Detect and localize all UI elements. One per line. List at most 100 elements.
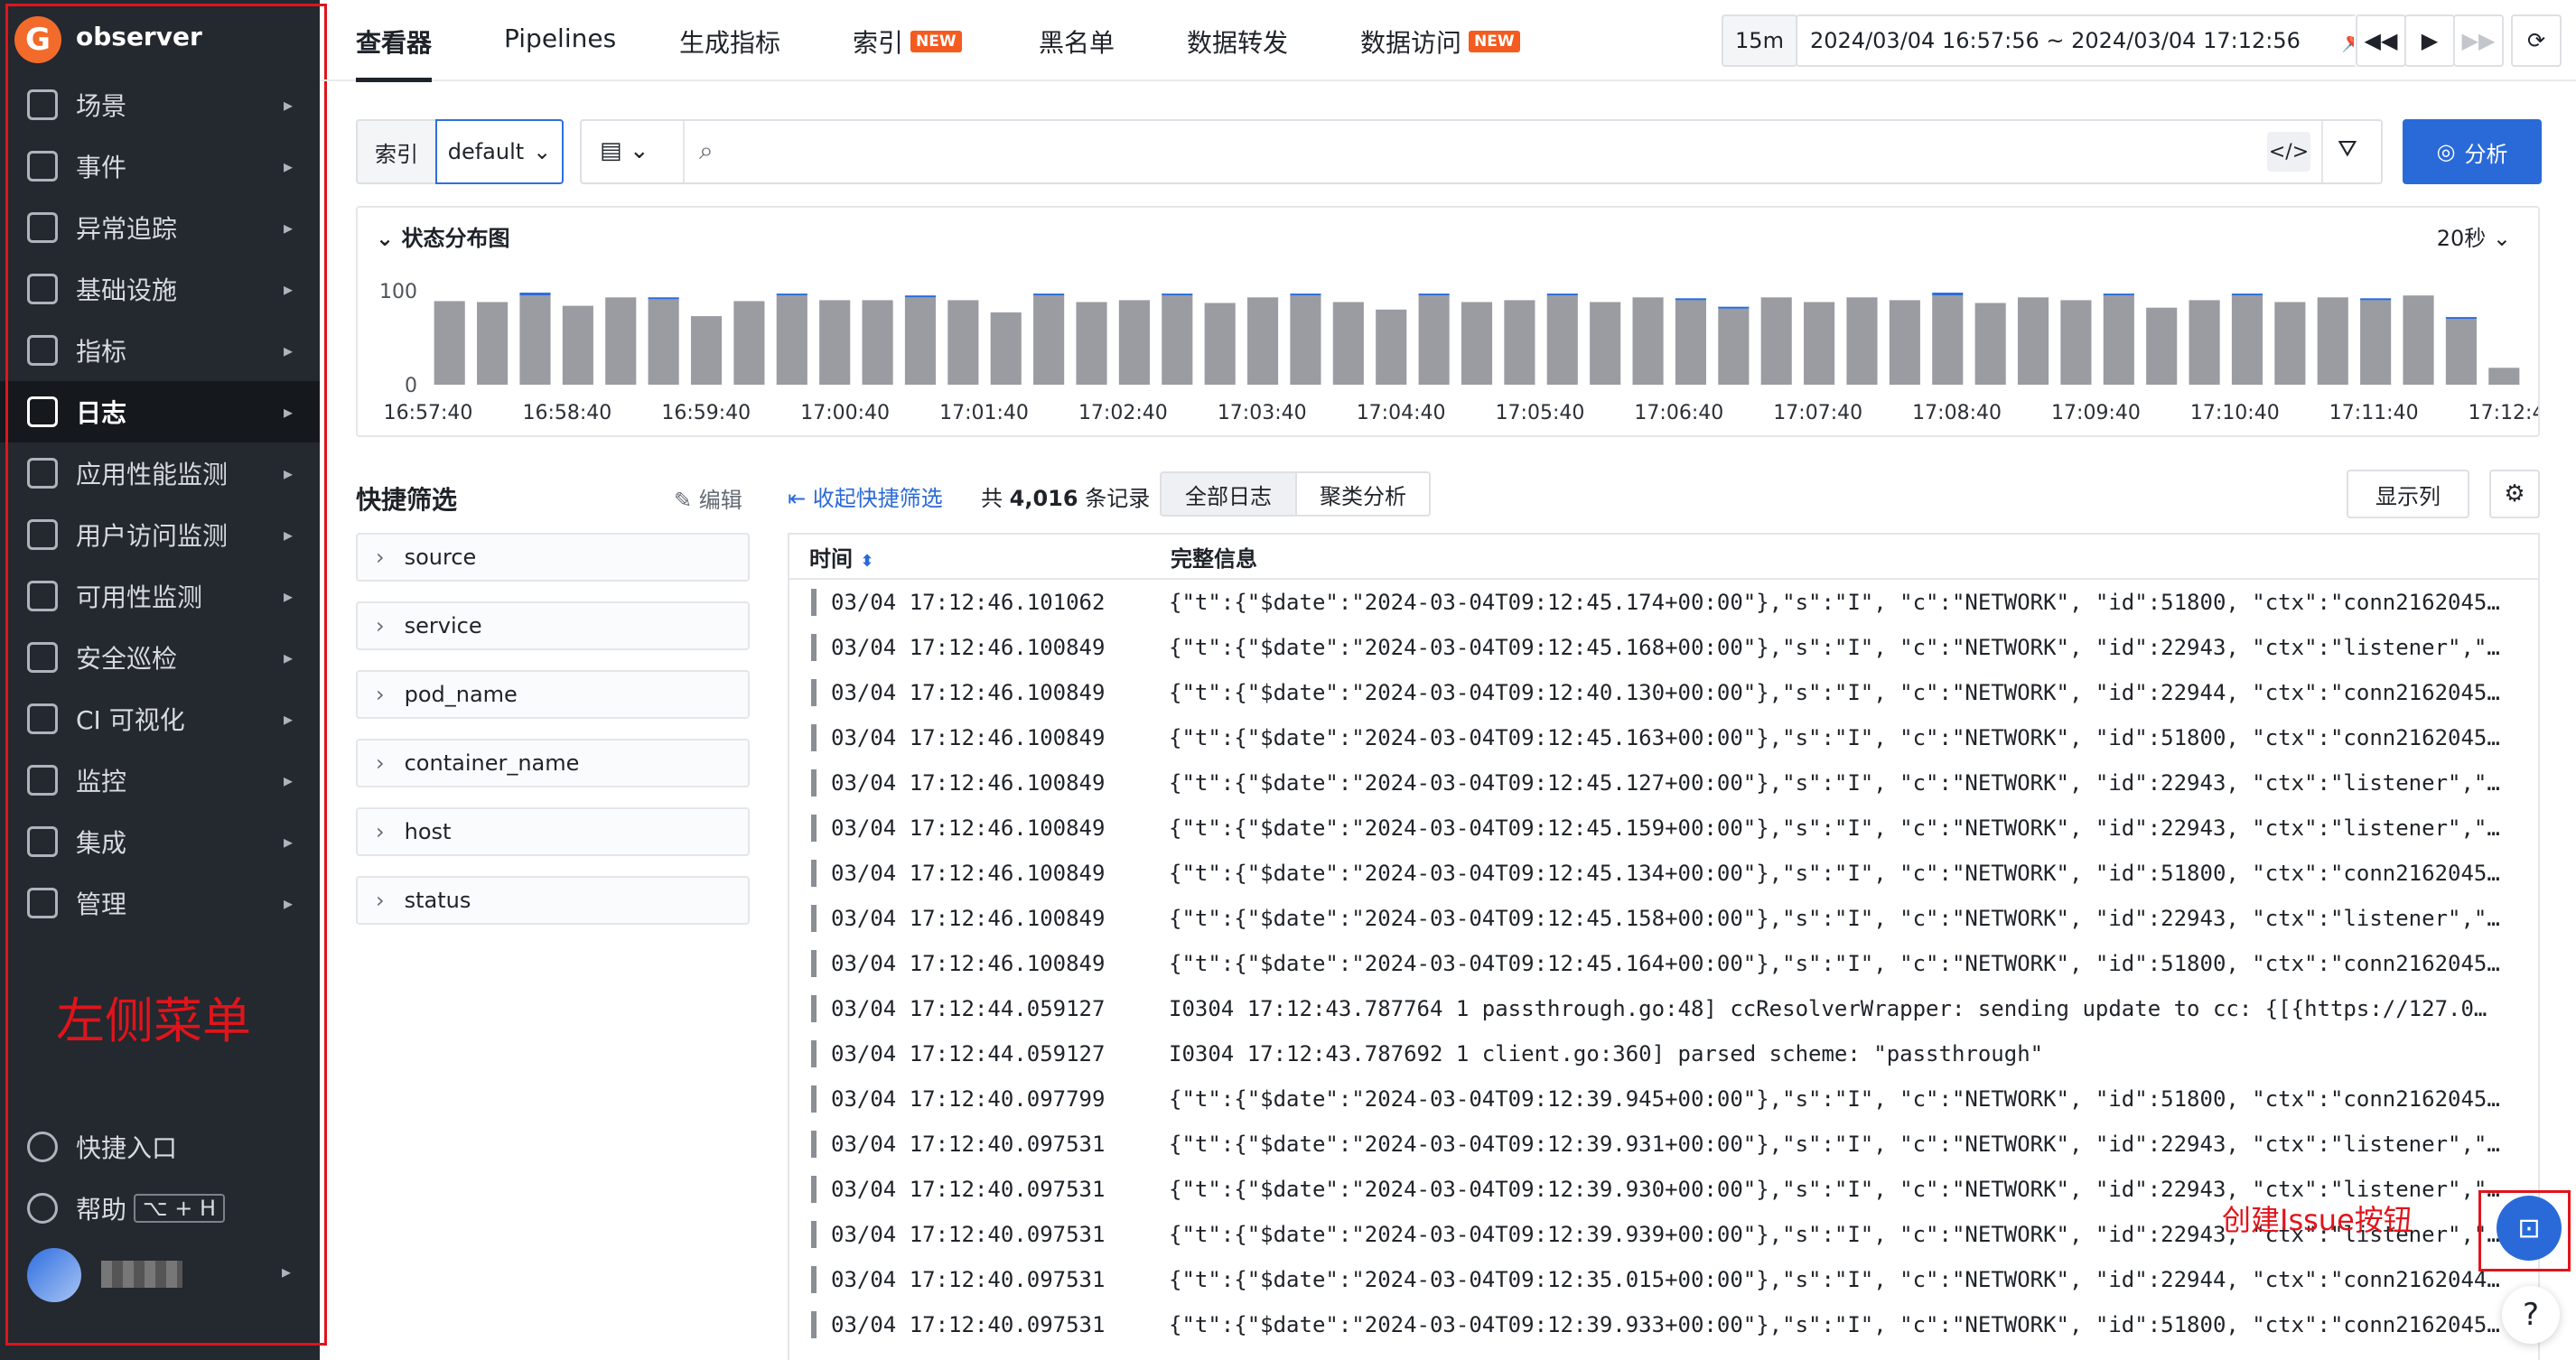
bar	[2403, 295, 2434, 385]
facet-source[interactable]: › source	[356, 533, 750, 582]
tab-index[interactable]: 索引 NEW	[853, 23, 962, 60]
bar-segment	[1546, 293, 1578, 296]
tab-viewer[interactable]: 查看器	[356, 23, 433, 82]
bar	[2317, 297, 2348, 385]
table-row[interactable]: 03/04 17:12:40.097531 {"t":{"$date":"2024…	[789, 1257, 2538, 1302]
x-tick-label: 17:03:40	[1218, 402, 1307, 424]
bar	[1804, 302, 1835, 385]
table-row[interactable]: 03/04 17:12:40.097531 {"t":{"$date":"2024…	[789, 1302, 2538, 1347]
table-header: 时间 ⬍ 完整信息	[789, 535, 2538, 580]
saved-query-icon[interactable]: ▤ ⌄	[600, 137, 649, 164]
facet-status[interactable]: › status	[356, 876, 750, 925]
status-distribution-chart: ⌄ 状态分布图 20秒 ⌄ 0 100 16:57:40 16:58:40 16:59:…	[356, 206, 2540, 437]
new-badge: NEW	[1469, 31, 1520, 52]
forward-icon[interactable]: ▶▶	[2453, 14, 2504, 67]
tab-all-logs[interactable]: 全部日志	[1160, 471, 1297, 517]
y-tick-label: 100	[379, 281, 417, 303]
table-row[interactable]: 03/04 17:12:46.100849 {"t":{"$date":"2024…	[789, 806, 2538, 851]
table-row[interactable]: 03/04 17:12:40.097799 {"t":{"$date":"2024…	[789, 1076, 2538, 1122]
bar	[1889, 300, 1920, 385]
table-row[interactable]: 03/04 17:12:46.100849 {"t":{"$date":"2024…	[789, 851, 2538, 896]
bar	[1546, 295, 1578, 385]
tab-pipelines[interactable]: Pipelines	[504, 23, 616, 53]
bar	[2146, 307, 2178, 385]
chevron-down-icon: ⌄	[533, 139, 552, 164]
bar-segment	[519, 293, 551, 296]
time-range[interactable]: 2024/03/04 16:57:56 ~ 2024/03/04 17:12:5…	[1796, 14, 2383, 67]
table-row[interactable]: 03/04 17:12:44.059127 I0304 17:12:43.7876…	[789, 1031, 2538, 1076]
table-row[interactable]: 03/04 17:12:46.100849 {"t":{"$date":"2024…	[789, 715, 2538, 760]
index-select[interactable]: default ⌄	[435, 119, 564, 184]
table-row[interactable]: 03/04 17:12:46.100849 {"t":{"$date":"2024…	[789, 896, 2538, 941]
divider	[683, 121, 685, 182]
row-message: {"t":{"$date":"2024-03-04T09:12:45.168+0…	[1169, 635, 2500, 660]
table-row[interactable]: 03/04 17:12:46.101062 {"t":{"$date":"2024…	[789, 580, 2538, 625]
row-message: {"t":{"$date":"2024-03-04T09:12:45.164+0…	[1169, 951, 2500, 976]
facet-pod-name[interactable]: › pod_name	[356, 670, 750, 719]
table-row[interactable]: 03/04 17:12:46.100849 {"t":{"$date":"2024…	[789, 941, 2538, 986]
facet-service[interactable]: › service	[356, 601, 750, 650]
bar-segment	[2445, 317, 2477, 320]
tab-cluster-analysis[interactable]: 聚类分析	[1295, 471, 1431, 517]
row-time: 03/04 17:12:44.059127	[831, 1041, 1106, 1067]
status-bar	[811, 679, 817, 706]
bar-segment	[1932, 293, 1964, 296]
gear-icon[interactable]: ⚙	[2489, 470, 2540, 518]
query-input[interactable]: ▤ ⌄ ⌕ </> ⛛	[580, 119, 2383, 184]
row-message: I0304 17:12:43.787692 1 client.go:360] p…	[1169, 1041, 2044, 1067]
table-row[interactable]: 03/04 17:12:40.097531 {"t":{"$date":"2024…	[789, 1122, 2538, 1167]
bar	[648, 299, 679, 385]
display-columns-button[interactable]: 显示列	[2347, 470, 2469, 518]
facet-container-name[interactable]: › container_name	[356, 739, 750, 787]
bar	[1461, 302, 1493, 385]
x-tick-label: 17:04:40	[1357, 402, 1446, 424]
play-icon[interactable]: ▶	[2404, 14, 2455, 67]
table-row[interactable]: 03/04 17:12:46.100849 {"t":{"$date":"2024…	[789, 670, 2538, 715]
x-tick-label: 17:00:40	[800, 402, 890, 424]
bar	[1247, 297, 1279, 385]
divider	[2321, 121, 2323, 182]
help-float-button[interactable]: ?	[2502, 1286, 2560, 1344]
chevron-right-icon: ›	[376, 819, 385, 844]
bar	[2103, 295, 2134, 385]
row-time: 03/04 17:12:46.100849	[831, 815, 1106, 841]
x-tick-label: 17:01:40	[939, 402, 1029, 424]
bar	[990, 312, 1022, 385]
row-message: {"t":{"$date":"2024-03-04T09:12:45.134+0…	[1169, 861, 2500, 886]
tab-data-forward[interactable]: 数据转发	[1187, 23, 1288, 60]
status-bar	[811, 589, 817, 616]
x-tick-label: 17:06:40	[1634, 402, 1723, 424]
bar	[1846, 297, 1878, 385]
facet-host[interactable]: › host	[356, 807, 750, 856]
refresh-icon[interactable]: ⟳	[2511, 14, 2562, 67]
x-tick-label: 16:57:40	[384, 402, 473, 424]
x-tick-label: 17:07:40	[1773, 402, 1862, 424]
table-row[interactable]: 03/04 17:12:46.100849 {"t":{"$date":"2024…	[789, 625, 2538, 670]
row-message: {"t":{"$date":"2024-03-04T09:12:40.130+0…	[1169, 680, 2500, 705]
rewind-icon[interactable]: ◀◀	[2356, 14, 2406, 67]
filter-settings-icon[interactable]: ⛛	[2338, 135, 2357, 163]
quick-filter-edit[interactable]: ✎ 编辑	[674, 482, 742, 514]
time-preset[interactable]: 15m	[1722, 14, 1797, 67]
annotation-create-issue: 创建Issue按钮	[2222, 1203, 2413, 1237]
bar	[1718, 308, 1750, 385]
table-row[interactable]: 03/04 17:12:46.100849 {"t":{"$date":"2024…	[789, 760, 2538, 806]
bar	[733, 301, 765, 385]
bar	[605, 297, 637, 385]
tab-data-access[interactable]: 数据访问 NEW	[1360, 23, 1520, 60]
column-time[interactable]: 时间 ⬍	[809, 541, 1171, 573]
table-row[interactable]: 03/04 17:12:44.059127 I0304 17:12:43.7877…	[789, 986, 2538, 1031]
row-message: {"t":{"$date":"2024-03-04T09:12:45.159+0…	[1169, 815, 2500, 841]
bar	[904, 297, 937, 385]
code-mode-icon[interactable]: </>	[2267, 132, 2310, 172]
tab-generate-metrics[interactable]: 生成指标	[679, 23, 780, 60]
row-time: 03/04 17:12:40.097531	[831, 1222, 1106, 1247]
sort-icon[interactable]: ⬍	[860, 552, 873, 571]
bar	[2274, 302, 2306, 385]
tab-blacklist[interactable]: 黑名单	[1039, 23, 1115, 60]
row-message: I0304 17:12:43.787764 1 passthrough.go:4…	[1169, 996, 2487, 1021]
create-issue-button[interactable]: ⊡	[2497, 1196, 2562, 1261]
collapse-quick-filter[interactable]: ⇤ 收起快捷筛选	[788, 480, 943, 512]
analyze-button[interactable]: ◎ 分析	[2403, 119, 2542, 184]
row-time: 03/04 17:12:40.097531	[831, 1312, 1106, 1337]
